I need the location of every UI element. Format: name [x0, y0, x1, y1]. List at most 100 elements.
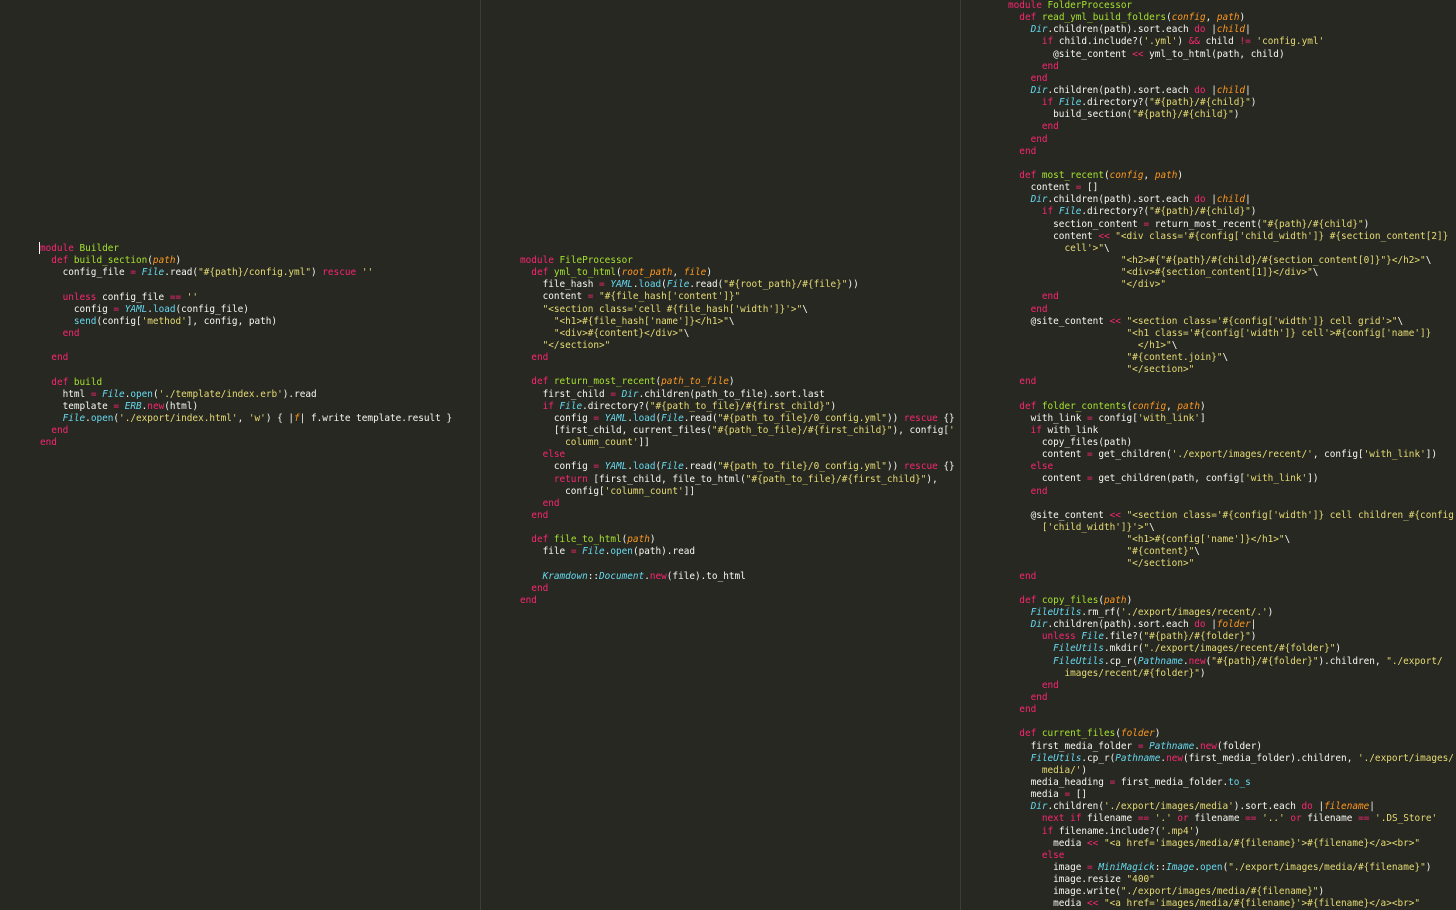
code-line[interactable]: def folder_contents(config, path)	[1008, 401, 1456, 413]
code-line[interactable]: end	[1008, 376, 1456, 388]
code-line[interactable]: "<section class='cell #{file_hash['width…	[520, 304, 960, 316]
code-line[interactable]: content = get_children(path, config['wit…	[1008, 473, 1456, 485]
code-line[interactable]: next if filename == '.' or filename == '…	[1008, 813, 1456, 825]
code-line[interactable]: image.write("./export/images/media/#{fil…	[1008, 886, 1456, 898]
code-line[interactable]: end	[1008, 73, 1456, 85]
code-line[interactable]: @site_content << "<section class='#{conf…	[1008, 316, 1456, 328]
code-line[interactable]: if child.include?('.yml') && child != 'c…	[1008, 36, 1456, 48]
code-line[interactable]: ​	[520, 364, 960, 376]
code-line[interactable]: ​	[40, 279, 480, 291]
code-area-folder-processor[interactable]: module FolderProcessor def read_yml_buil…	[961, 0, 1456, 910]
code-line[interactable]: ​	[1008, 583, 1456, 595]
code-line[interactable]: ​	[1008, 389, 1456, 401]
code-line[interactable]: def most_recent(config, path)	[1008, 170, 1456, 182]
code-line[interactable]: with_link = config['with_link']	[1008, 413, 1456, 425]
code-line[interactable]: def return_most_recent(path_to_file)	[520, 376, 960, 388]
code-line[interactable]: copy_files(path)	[1008, 437, 1456, 449]
code-line[interactable]: module FileProcessor	[520, 255, 960, 267]
editor-pane-builder[interactable]: module Builder def build_section(path) c…	[0, 0, 480, 910]
code-line[interactable]: html = File.open('./template/index.erb')…	[40, 389, 480, 401]
code-line[interactable]: "#{content.join}"\	[1008, 352, 1456, 364]
code-line[interactable]: first_child = Dir.children(path_to_file)…	[520, 389, 960, 401]
code-line[interactable]: image.resize "400"	[1008, 874, 1456, 886]
code-line[interactable]: def yml_to_html(root_path, file)	[520, 267, 960, 279]
code-line[interactable]: ​	[1008, 498, 1456, 510]
code-line[interactable]: ​	[1008, 158, 1456, 170]
code-line[interactable]: FileUtils.rm_rf('./export/images/recent/…	[1008, 607, 1456, 619]
code-line[interactable]: end	[1008, 121, 1456, 133]
code-line[interactable]: else	[520, 449, 960, 461]
code-line[interactable]: "<h1>#{config['name']}</h1>"\	[1008, 534, 1456, 546]
code-line[interactable]: content = "#{file_hash['content']}"	[520, 291, 960, 303]
code-line[interactable]: end	[520, 498, 960, 510]
editor-pane-file-processor[interactable]: module FileProcessor def yml_to_html(roo…	[481, 0, 960, 910]
code-line[interactable]: config = YAML.load(File.read("#{path_to_…	[520, 461, 960, 473]
code-line[interactable]: def copy_files(path)	[1008, 595, 1456, 607]
code-line[interactable]: config = YAML.load(File.read("#{path_to_…	[520, 413, 960, 425]
code-line[interactable]: end	[520, 583, 960, 595]
code-line[interactable]: content << "<div class='#{config['child_…	[1008, 231, 1456, 243]
code-line[interactable]: Dir.children(path).sort.each do |child|	[1008, 85, 1456, 97]
code-line[interactable]: File.open('./export/index.html', 'w') { …	[40, 413, 480, 425]
code-line[interactable]: end	[520, 595, 960, 607]
code-line[interactable]: Dir.children('./export/images/media').so…	[1008, 801, 1456, 813]
code-line[interactable]: "<div>#{section_content[1]}</div>"\	[1008, 267, 1456, 279]
code-line[interactable]: end	[1008, 692, 1456, 704]
code-line[interactable]: ​	[1008, 716, 1456, 728]
code-line[interactable]: module Builder	[40, 243, 480, 255]
code-line[interactable]: def current_files(folder)	[1008, 728, 1456, 740]
code-line[interactable]: def read_yml_build_folders(config, path)	[1008, 12, 1456, 24]
code-line[interactable]: [first_child, current_files("#{path_to_f…	[520, 425, 960, 437]
code-line[interactable]: end	[1008, 680, 1456, 692]
code-line[interactable]: file = File.open(path).read	[520, 546, 960, 558]
code-line[interactable]: unless File.file?("#{path}/#{folder}")	[1008, 631, 1456, 643]
code-area-builder[interactable]: module Builder def build_section(path) c…	[0, 243, 480, 449]
code-line[interactable]: if with_link	[1008, 425, 1456, 437]
code-line[interactable]: ​	[40, 340, 480, 352]
code-line[interactable]: end	[40, 352, 480, 364]
code-line[interactable]: "</section>"	[1008, 558, 1456, 570]
code-line[interactable]: end	[520, 510, 960, 522]
code-line[interactable]: section_content = return_most_recent("#{…	[1008, 219, 1456, 231]
code-line[interactable]: content = get_children('./export/images/…	[1008, 449, 1456, 461]
code-line[interactable]: Dir.children(path).sort.each do |child|	[1008, 194, 1456, 206]
code-line[interactable]: end	[40, 425, 480, 437]
code-line[interactable]: build_section("#{path}/#{child}")	[1008, 109, 1456, 121]
code-line[interactable]: end	[1008, 134, 1456, 146]
code-line[interactable]: "<h2>#{"#{path}/#{child}/#{section_conte…	[1008, 255, 1456, 267]
code-line[interactable]: end	[1008, 571, 1456, 583]
code-line[interactable]: if File.directory?("#{path}/#{child}")	[1008, 97, 1456, 109]
code-line[interactable]: def build	[40, 377, 480, 389]
code-line[interactable]: ​	[520, 559, 960, 571]
code-line[interactable]: media_heading = first_media_folder.to_s	[1008, 777, 1456, 789]
code-line[interactable]: ['child_width']}'>"\	[1008, 522, 1456, 534]
code-line[interactable]: ​	[520, 522, 960, 534]
code-line[interactable]: media/')	[1008, 765, 1456, 777]
code-line[interactable]: end	[1008, 61, 1456, 73]
code-line[interactable]: media << "<a href='images/media/#{filena…	[1008, 838, 1456, 850]
editor-pane-folder-processor[interactable]: module FolderProcessor def read_yml_buil…	[961, 0, 1456, 910]
code-line[interactable]: end	[40, 437, 480, 449]
code-line[interactable]: def build_section(path)	[40, 255, 480, 267]
code-area-file-processor[interactable]: module FileProcessor def yml_to_html(roo…	[481, 255, 960, 607]
code-line[interactable]: end	[520, 352, 960, 364]
code-line[interactable]: cell'>"\	[1008, 243, 1456, 255]
code-line[interactable]: content = []	[1008, 182, 1456, 194]
code-line[interactable]: send(config['method'], config, path)	[40, 316, 480, 328]
code-line[interactable]: first_media_folder = Pathname.new(folder…	[1008, 741, 1456, 753]
code-line[interactable]: template = ERB.new(html)	[40, 401, 480, 413]
code-line[interactable]: return [first_child, file_to_html("#{pat…	[520, 474, 960, 486]
code-line[interactable]: end	[1008, 291, 1456, 303]
code-line[interactable]: config_file = File.read("#{path}/config.…	[40, 267, 480, 279]
code-line[interactable]: @site_content << yml_to_html(path, child…	[1008, 49, 1456, 61]
code-line[interactable]: else	[1008, 461, 1456, 473]
code-line[interactable]: def file_to_html(path)	[520, 534, 960, 546]
code-line[interactable]: FileUtils.mkdir("./export/images/recent/…	[1008, 643, 1456, 655]
code-line[interactable]: column_count']]	[520, 437, 960, 449]
code-line[interactable]: "<div>#{content}</div>"\	[520, 328, 960, 340]
code-line[interactable]: end	[1008, 486, 1456, 498]
code-line[interactable]: unless config_file == ''	[40, 292, 480, 304]
code-line[interactable]: end	[1008, 304, 1456, 316]
code-line[interactable]: FileUtils.cp_r(Pathname.new(first_media_…	[1008, 753, 1456, 765]
code-line[interactable]: ​	[40, 364, 480, 376]
